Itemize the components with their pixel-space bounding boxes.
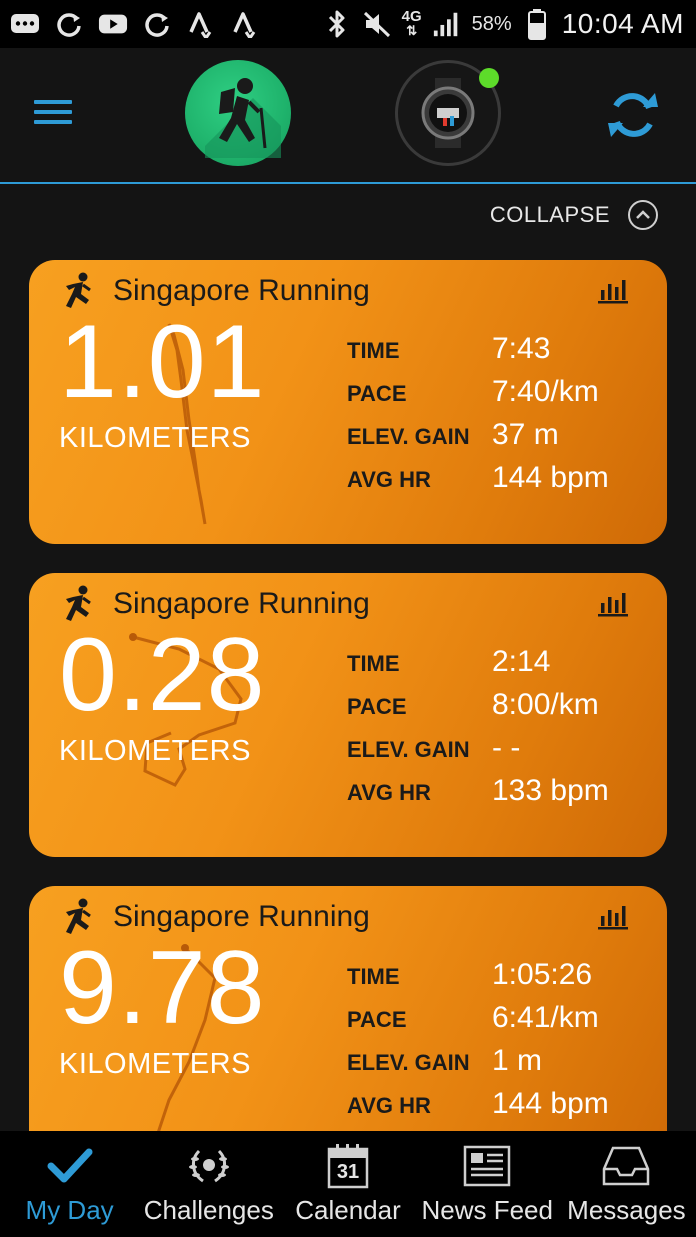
stat-value: 6:41/km (492, 1001, 599, 1034)
stat-value: 144 bpm (492, 1087, 609, 1120)
strava-icon (186, 9, 216, 39)
watch-icon (421, 78, 475, 148)
status-bar: 4G ⇅ 58% 10:04 AM (0, 0, 696, 48)
distance-unit: KILOMETERS (59, 1048, 251, 1080)
stat-value: 2:14 (492, 645, 551, 678)
stat-value: 8:00/km (492, 688, 599, 721)
nav-label: My Day (25, 1195, 114, 1225)
youtube-icon (98, 9, 128, 39)
activity-avatar[interactable] (185, 60, 291, 166)
stat-row-time: TIME 2:14 (347, 645, 667, 688)
distance-unit: KILOMETERS (59, 422, 251, 454)
newsfeed-icon (463, 1143, 511, 1189)
app-header (0, 48, 696, 184)
stat-label: AVG HR (347, 780, 431, 805)
stat-value: 144 bpm (492, 461, 609, 494)
nav-calendar[interactable]: 31 Calendar (278, 1131, 417, 1237)
nav-messages[interactable]: Messages (557, 1131, 696, 1237)
chevron-up-icon (628, 200, 658, 230)
stat-row-time: TIME 7:43 (347, 332, 667, 375)
signal-icon (432, 9, 462, 39)
status-time: 10:04 AM (561, 8, 684, 39)
stat-label: PACE (347, 381, 407, 406)
nav-label: News Feed (421, 1195, 553, 1225)
stat-value: 1:05:26 (492, 958, 593, 991)
activity-title: Singapore Running (113, 900, 370, 933)
bluetooth-icon (322, 9, 352, 39)
stat-value: 1 m (492, 1044, 543, 1077)
battery-percent: 58% (471, 12, 512, 35)
nav-label: Calendar (295, 1195, 401, 1225)
activity-card[interactable]: Singapore Running 0.28 KILOMETERS TIME 2… (29, 573, 667, 857)
stat-label: PACE (347, 694, 407, 719)
activity-title: Singapore Running (113, 274, 370, 307)
nav-label: Challenges (143, 1195, 274, 1225)
stat-label: TIME (347, 964, 400, 989)
stat-value: 37 m (492, 418, 559, 451)
activity-card[interactable]: Singapore Running 1.01 KILOMETERS TIME 7… (29, 260, 667, 544)
device-status-dot (479, 68, 499, 88)
stat-label: PACE (347, 1007, 407, 1032)
activity-title: Singapore Running (113, 587, 370, 620)
bottom-navigation: My Day Challenges 31 Calendar News Feed … (0, 1131, 696, 1237)
messages-icon (10, 9, 40, 39)
stat-row-avg-hr: AVG HR 133 bpm (347, 774, 667, 817)
network-icon: 4G ⇅ (401, 8, 422, 38)
stat-row-pace: PACE 8:00/km (347, 688, 667, 731)
stat-value: 133 bpm (492, 774, 609, 807)
stat-label: ELEV. GAIN (347, 737, 470, 762)
collapse-label: COLLAPSE (489, 202, 610, 227)
stat-row-elev-gain: ELEV. GAIN 37 m (347, 418, 667, 461)
stat-label: ELEV. GAIN (347, 424, 470, 449)
stat-value: 7:43 (492, 332, 551, 365)
calendar-icon: 31 (327, 1143, 369, 1189)
stat-value: - - (492, 731, 521, 764)
chart-icon[interactable] (597, 276, 629, 304)
sync-icon (54, 9, 84, 39)
stat-label: TIME (347, 651, 400, 676)
stat-value: 7:40/km (492, 375, 599, 408)
nav-challenges[interactable]: Challenges (139, 1131, 278, 1237)
stat-row-avg-hr: AVG HR 144 bpm (347, 461, 667, 504)
chart-icon[interactable] (597, 589, 629, 617)
activity-distance: 9.78 (59, 930, 266, 1046)
sync-icon (142, 9, 172, 39)
stat-row-pace: PACE 6:41/km (347, 1001, 667, 1044)
activity-card[interactable]: Singapore Running 9.78 KILOMETERS TIME 1… (29, 886, 667, 1170)
nav-label: Messages (567, 1195, 686, 1225)
stat-label: AVG HR (347, 467, 431, 492)
stat-row-elev-gain: ELEV. GAIN - - (347, 731, 667, 774)
stat-label: TIME (347, 338, 400, 363)
strava-icon (230, 9, 260, 39)
calendar-day: 31 (336, 1161, 360, 1183)
sync-icon (608, 93, 658, 137)
collapse-toggle[interactable]: COLLAPSE (490, 200, 658, 230)
stat-row-time: TIME 1:05:26 (347, 958, 667, 1001)
hiker-icon (205, 78, 281, 158)
sync-button[interactable] (604, 90, 662, 140)
activity-distance: 1.01 (59, 304, 266, 420)
activity-distance: 0.28 (59, 617, 266, 733)
battery-icon (522, 9, 552, 40)
checkmark-icon (47, 1143, 93, 1189)
inbox-icon (601, 1143, 651, 1189)
nav-news-feed[interactable]: News Feed (418, 1131, 557, 1237)
menu-button[interactable] (34, 98, 74, 128)
chart-icon[interactable] (597, 902, 629, 930)
stat-row-avg-hr: AVG HR 144 bpm (347, 1087, 667, 1130)
mute-icon (362, 9, 392, 39)
distance-unit: KILOMETERS (59, 735, 251, 767)
stat-row-pace: PACE 7:40/km (347, 375, 667, 418)
laurel-icon (185, 1143, 233, 1189)
stat-label: AVG HR (347, 1093, 431, 1118)
nav-my-day[interactable]: My Day (0, 1131, 139, 1237)
stat-row-elev-gain: ELEV. GAIN 1 m (347, 1044, 667, 1087)
stat-label: ELEV. GAIN (347, 1050, 470, 1075)
